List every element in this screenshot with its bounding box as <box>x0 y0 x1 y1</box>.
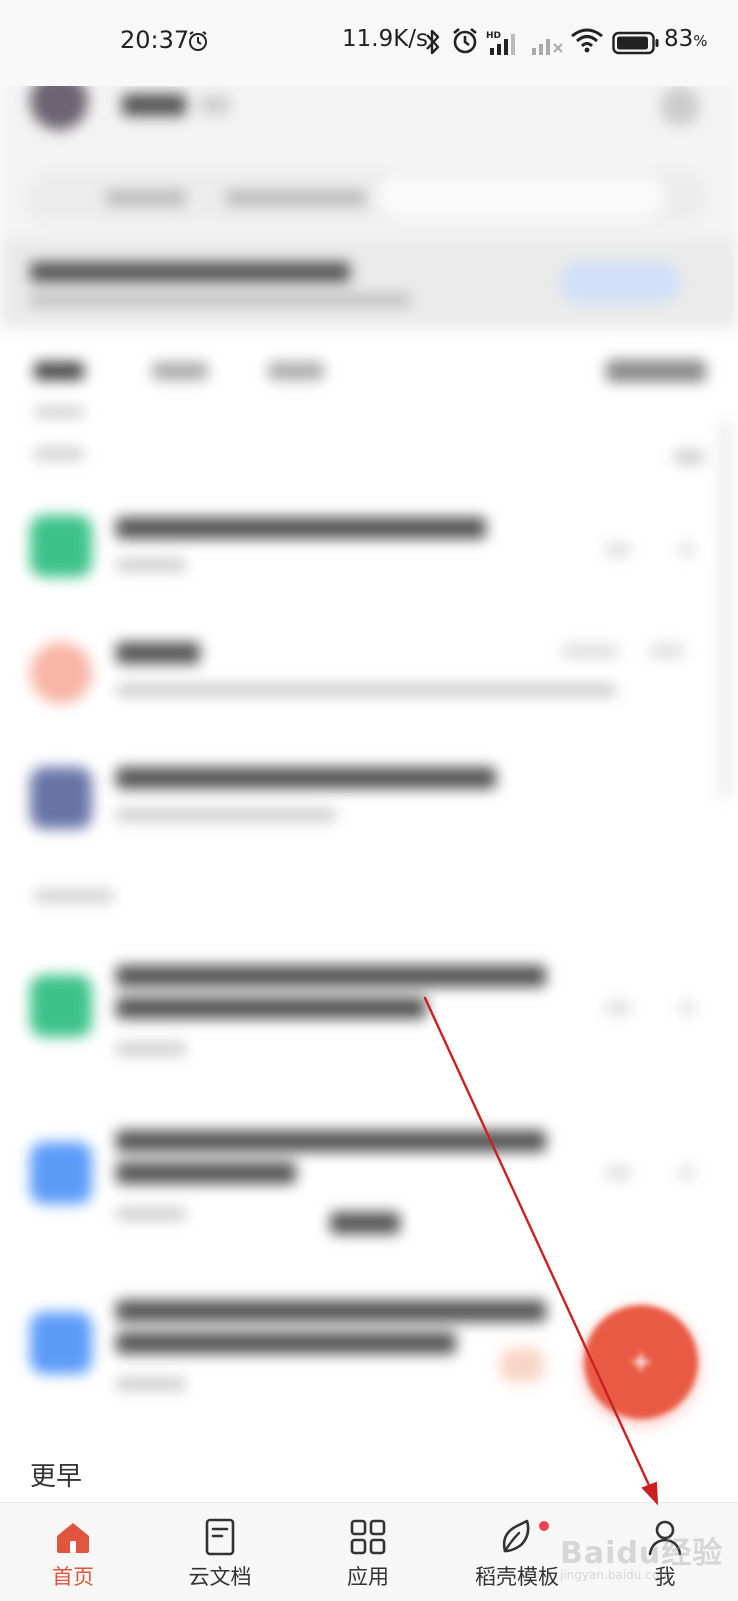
search-segment <box>226 190 366 206</box>
file-time <box>606 1166 630 1180</box>
file-title <box>116 1130 546 1152</box>
alarm-icon <box>189 31 207 51</box>
banner-button[interactable] <box>560 262 680 302</box>
file-title <box>116 1300 546 1322</box>
banner-title <box>30 262 350 282</box>
file-title <box>116 642 200 664</box>
signal-icon <box>532 39 563 55</box>
file-icon <box>30 767 92 829</box>
file-icon <box>30 1142 92 1204</box>
notification-dot <box>539 1521 549 1531</box>
user-name <box>122 94 186 116</box>
file-time <box>606 543 630 557</box>
more-icon[interactable] <box>680 1166 694 1180</box>
scrollbar[interactable] <box>718 420 732 800</box>
file-time <box>650 644 684 658</box>
section-label <box>34 448 84 460</box>
file-time <box>606 1001 630 1015</box>
status-bar: 20:37 11.9K/s HD 83% <box>0 0 738 86</box>
apps-grid-icon <box>350 1519 386 1555</box>
file-meta <box>116 1378 186 1390</box>
header-action-icon[interactable] <box>660 86 700 126</box>
nav-label-cloud-docs: 云文档 <box>188 1565 252 1589</box>
promo-banner[interactable] <box>0 240 738 326</box>
svg-text:HD: HD <box>486 31 501 41</box>
file-title <box>116 517 486 539</box>
file-meta <box>116 809 336 821</box>
file-meta <box>116 1043 186 1055</box>
tag-badge <box>500 1348 544 1382</box>
tab-second[interactable] <box>152 362 208 380</box>
file-title <box>116 965 546 987</box>
filter-button[interactable] <box>606 360 706 382</box>
list-item[interactable] <box>0 620 738 740</box>
file-icon <box>30 1312 92 1374</box>
nav-item-home[interactable]: 首页 <box>8 1503 138 1601</box>
file-title-line2 <box>116 1162 296 1184</box>
bluetooth-icon <box>426 29 440 55</box>
file-title-line2 <box>116 997 426 1019</box>
create-fab-button[interactable] <box>584 1305 698 1419</box>
watermark-logo: Baidu经验 <box>560 1536 724 1571</box>
hd-signal-icon: HD <box>486 31 515 55</box>
nav-item-apps[interactable]: 应用 <box>303 1503 433 1601</box>
more-icon[interactable] <box>680 543 694 557</box>
network-speed: 11.9K/s <box>342 26 429 52</box>
home-icon <box>57 1523 89 1553</box>
file-title-line2 <box>116 1332 456 1354</box>
battery-unit: % <box>693 32 708 50</box>
search-input[interactable] <box>376 176 666 218</box>
battery-percentage: 83% <box>664 26 708 52</box>
section-header-label: 更早 <box>30 1462 83 1492</box>
section-label <box>34 890 114 902</box>
list-item[interactable] <box>0 495 738 615</box>
status-time: 20:37 <box>120 26 190 54</box>
alarm-icon <box>453 27 477 54</box>
nav-item-cloud-docs[interactable]: 云文档 <box>155 1503 285 1601</box>
file-icon <box>30 515 92 577</box>
document-icon <box>205 1518 235 1556</box>
nav-label-apps: 应用 <box>347 1565 389 1589</box>
plus-icon <box>632 1353 650 1371</box>
baidu-watermark: Baidu经验 jingyan.baidu.com <box>560 1528 723 1582</box>
file-icon <box>30 975 92 1037</box>
leaf-icon <box>502 1519 530 1553</box>
tab-third[interactable] <box>268 362 324 380</box>
toast-label <box>330 1212 400 1234</box>
battery-level: 83 <box>664 26 694 52</box>
file-meta <box>116 684 616 696</box>
edit-button[interactable] <box>674 450 704 464</box>
tab-recent[interactable] <box>34 362 84 380</box>
more-icon[interactable] <box>680 1001 694 1015</box>
battery-icon <box>612 31 659 55</box>
user-subtitle <box>200 96 230 114</box>
list-item[interactable] <box>0 745 738 865</box>
file-title <box>116 767 496 789</box>
tab-indicator <box>34 408 84 416</box>
list-item[interactable] <box>0 955 738 1075</box>
search-bar[interactable] <box>26 172 706 222</box>
banner-subtitle <box>30 294 410 306</box>
file-meta <box>116 559 186 571</box>
section-header-partial: 更早 <box>30 1456 150 1502</box>
nav-label-home: 首页 <box>52 1565 94 1589</box>
search-segment <box>106 190 186 206</box>
file-icon <box>30 642 92 704</box>
wifi-icon <box>571 28 603 53</box>
file-meta <box>116 1208 186 1220</box>
file-time <box>562 644 618 658</box>
